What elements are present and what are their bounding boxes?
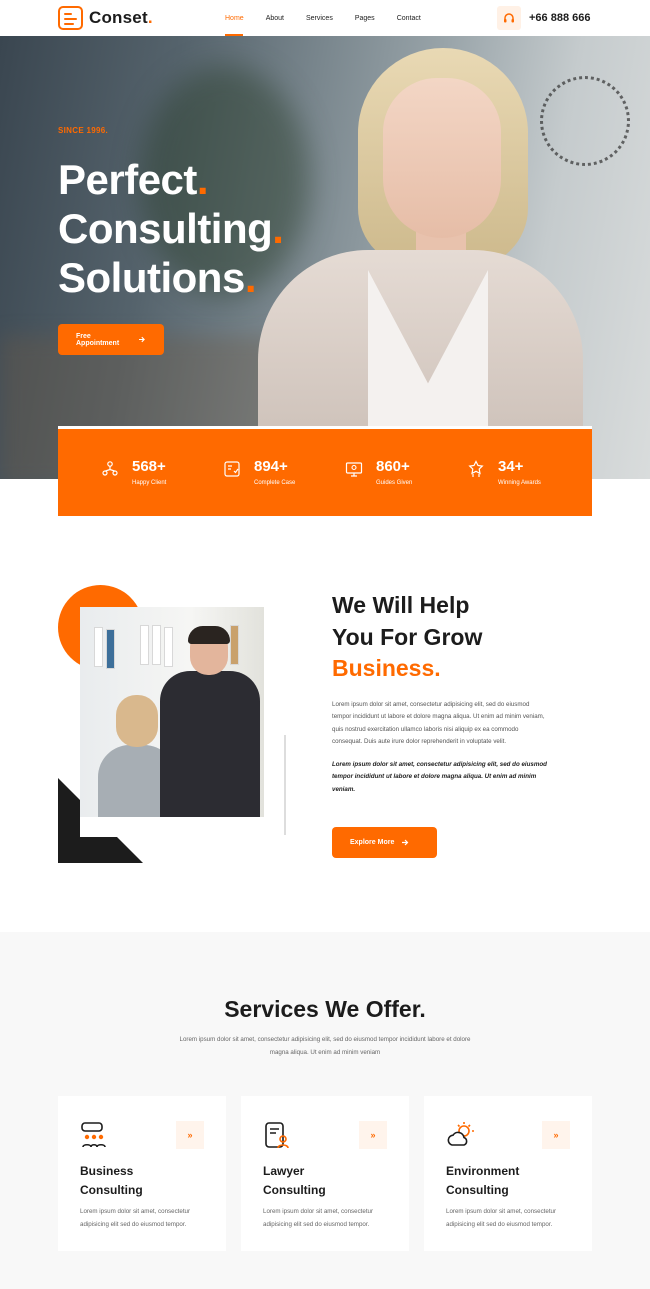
award-icon bbox=[468, 460, 484, 477]
logo-icon bbox=[58, 6, 83, 30]
monitor-guide-icon bbox=[345, 462, 363, 477]
sun-cloud-icon bbox=[447, 1122, 474, 1146]
nav-about[interactable]: About bbox=[266, 0, 284, 36]
about-image-group bbox=[58, 585, 288, 863]
hero-title: Perfect. Consulting. Solutions. bbox=[58, 156, 284, 301]
stat-happy-client: 568+ Happy Client bbox=[58, 429, 180, 516]
team-photo bbox=[80, 607, 264, 837]
arrow-right-icon bbox=[402, 839, 409, 846]
nav-home[interactable]: Home bbox=[225, 0, 244, 36]
about-title: We Will Help You For Grow Business. bbox=[332, 592, 483, 681]
service-card-lawyer[interactable]: » Lawyer Consulting Lorem ipsum dolor sit… bbox=[241, 1096, 409, 1251]
free-appointment-button[interactable]: Free Appointment bbox=[58, 324, 164, 355]
decor-line bbox=[284, 735, 286, 835]
about-emphasis-paragraph: Lorem ipsum dolor sit amet, consectetur … bbox=[332, 760, 547, 794]
explore-more-button[interactable]: Explore More bbox=[332, 827, 437, 858]
chevron-right-icon[interactable]: » bbox=[176, 1121, 204, 1149]
hero-section: SINCE 1996. Perfect. Consulting. Solutio… bbox=[0, 36, 650, 479]
nav-services[interactable]: Services bbox=[306, 0, 333, 36]
case-document-icon bbox=[224, 461, 240, 477]
chevron-right-icon[interactable]: » bbox=[359, 1121, 387, 1149]
stat-winning-awards: 34+ Winning Awards bbox=[424, 429, 546, 516]
lawyer-document-icon bbox=[265, 1122, 289, 1149]
chevron-right-icon[interactable]: » bbox=[542, 1121, 570, 1149]
stat-complete-case: 894+ Complete Case bbox=[180, 429, 302, 516]
hero-portrait bbox=[258, 44, 583, 432]
site-header: Conset. Home About Services Pages Contac… bbox=[0, 0, 650, 36]
users-network-icon bbox=[102, 461, 118, 476]
brand-name: Conset. bbox=[89, 8, 153, 27]
about-content: We Will Help You For Grow Business. Lore… bbox=[332, 590, 552, 797]
nav-contact[interactable]: Contact bbox=[397, 0, 421, 36]
since-tagline: SINCE 1996. bbox=[58, 126, 108, 135]
logo[interactable]: Conset. bbox=[58, 6, 153, 30]
services-title: Services We Offer. bbox=[224, 996, 426, 1022]
nav-pages[interactable]: Pages bbox=[355, 0, 375, 36]
headphones-icon bbox=[497, 6, 521, 30]
arrow-right-icon bbox=[139, 336, 146, 343]
phone-contact[interactable]: +66 888 666 bbox=[497, 6, 590, 30]
stat-guides-given: 860+ Guides Given bbox=[302, 429, 424, 516]
service-card-environment[interactable]: » Environment Consulting Lorem ipsum dolo… bbox=[424, 1096, 592, 1251]
services-section: Services We Offer. Lorem ipsum dolor sit… bbox=[0, 932, 650, 1289]
stats-bar: 568+ Happy Client 894+ Complete Case 860… bbox=[58, 426, 592, 516]
main-nav: Home About Services Pages Contact bbox=[225, 0, 421, 36]
about-paragraph: Lorem ipsum dolor sit amet, consectetur … bbox=[332, 700, 545, 746]
hero-text: SINCE 1996. Perfect. Consulting. Solutio… bbox=[58, 126, 284, 302]
business-people-icon bbox=[81, 1122, 106, 1148]
service-card-business[interactable]: » Business Consulting Lorem ipsum dolor s… bbox=[58, 1096, 226, 1251]
services-subtitle: Lorem ipsum dolor sit amet, consectetur … bbox=[179, 1036, 471, 1056]
phone-number: +66 888 666 bbox=[529, 12, 591, 24]
